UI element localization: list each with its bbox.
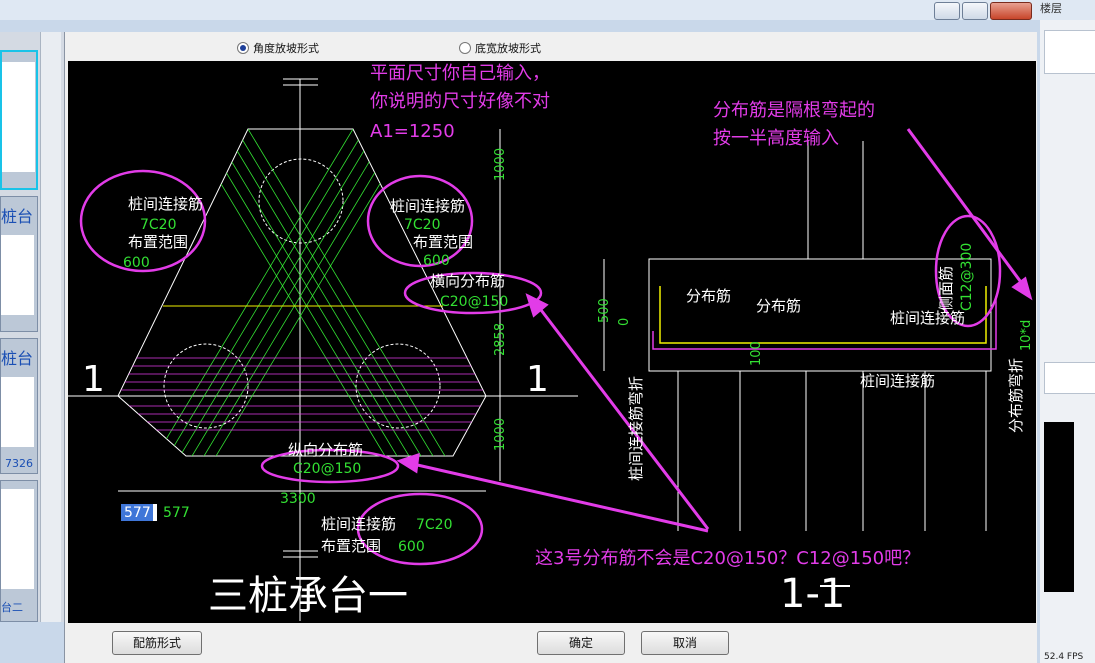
- dim-top: 1000: [493, 148, 508, 181]
- section-marker-right: 1: [526, 359, 549, 400]
- thumbnail-scrollbar[interactable]: [40, 32, 61, 622]
- note1-line3: A1=1250: [370, 121, 455, 142]
- right-range-label: 布置范围: [413, 233, 473, 251]
- rebar-form-button[interactable]: 配筋形式: [112, 631, 202, 655]
- window-controls: [934, 2, 1034, 20]
- pile-conn-bend-label: 桩间连接筋弯折: [627, 376, 645, 481]
- thumbnail-1[interactable]: [0, 50, 38, 190]
- dim-577: 577: [163, 505, 190, 521]
- thumbnail-3-number: 7326: [5, 457, 33, 470]
- section-title: 1-1: [780, 571, 845, 617]
- long-dist-val: C20@150: [293, 461, 361, 477]
- dim-100: 100: [749, 341, 764, 366]
- horiz-dist-val: C20@150: [440, 294, 508, 310]
- option-bottom-width-slope-label: 底宽放坡形式: [475, 42, 541, 55]
- close-button[interactable]: [990, 2, 1032, 20]
- pile-circle-left: [163, 343, 249, 429]
- cancel-button[interactable]: 取消: [641, 631, 729, 655]
- right-range-val: 600: [423, 253, 450, 269]
- drawing-canvas: 平面尺寸你自己输入， 你说明的尺寸好像不对 A1=1250 分布筋是隔根弯起的 …: [68, 61, 1036, 623]
- right-panel-viewport: [1044, 422, 1074, 592]
- note2-line2: 按一半高度输入: [713, 128, 839, 149]
- long-dist-label: 纵向分布筋: [288, 441, 363, 459]
- note1-line1: 平面尺寸你自己输入，: [370, 63, 550, 84]
- thumbnail-4[interactable]: 台二: [0, 480, 38, 622]
- ten-d-label: 10*d: [1019, 320, 1034, 351]
- left-pile-conn-label: 桩间连接筋: [128, 195, 203, 213]
- radio-bottom-width-slope[interactable]: [459, 42, 471, 54]
- dim-edit-value[interactable]: 577: [124, 505, 151, 521]
- note1-line2: 你说明的尺寸好像不对: [370, 91, 550, 112]
- maximize-button[interactable]: [962, 2, 988, 20]
- note2-line1: 分布筋是隔根弯起的: [713, 100, 875, 121]
- dim-width: 3300: [280, 491, 316, 507]
- parent-title-fragment: 楼层: [1040, 2, 1062, 15]
- section-dist-label-2: 分布筋: [756, 297, 801, 315]
- bottom-pile-conn-val: 7C20: [416, 517, 453, 533]
- right-panel-box: [1044, 30, 1095, 74]
- note3: 这3号分布筋不会是C20@150？C12@150吧？: [535, 548, 920, 569]
- magenta-rebar-band: [118, 357, 486, 431]
- option-bottom-width-slope[interactable]: 底宽放坡形式: [459, 40, 541, 56]
- pile-circle-top: [258, 158, 344, 244]
- minimize-button[interactable]: [934, 2, 960, 20]
- parent-window-titlebar: [0, 0, 1095, 20]
- side-face-val: C12@300: [959, 243, 975, 311]
- thumbnail-2[interactable]: 桩台: [0, 196, 38, 332]
- bottom-range-label: 布置范围: [321, 537, 381, 555]
- section-dist-label-1: 分布筋: [686, 287, 731, 305]
- left-range-label: 布置范围: [128, 233, 188, 251]
- thumbnail-3-label: 桩台: [1, 349, 34, 368]
- option-angle-slope[interactable]: 角度放坡形式: [237, 40, 319, 56]
- section-pile-conn-bottom: 桩间连接筋: [860, 372, 935, 390]
- side-face-label: 侧面筋: [937, 266, 955, 311]
- dim-bottom: 1000: [493, 418, 508, 451]
- thumbnail-panel: 桩台 桩台 7326 台二: [0, 32, 64, 622]
- section-marker-left: 1: [82, 359, 105, 400]
- fps-counter: 52.4 FPS: [1044, 652, 1084, 662]
- left-pile-conn-val: 7C20: [140, 217, 177, 233]
- ok-button[interactable]: 确定: [537, 631, 625, 655]
- thumbnail-4-label: 台二: [1, 601, 23, 614]
- pile-cap-drawing: 平面尺寸你自己输入， 你说明的尺寸好像不对 A1=1250 分布筋是隔根弯起的 …: [68, 63, 1034, 621]
- dim-500: 500: [597, 298, 612, 323]
- right-panel-box-2: [1044, 362, 1095, 394]
- dim-0: 0: [617, 318, 632, 326]
- thumbnail-2-label: 桩台: [1, 207, 34, 226]
- left-range-val: 600: [123, 255, 150, 271]
- pile-circle-right: [355, 343, 441, 429]
- plan-title: 三桩承台一: [208, 573, 408, 619]
- bottom-pile-conn-label: 桩间连接筋: [321, 515, 396, 533]
- radio-angle-slope[interactable]: [237, 42, 249, 54]
- right-pile-conn-label: 桩间连接筋: [390, 197, 465, 215]
- horiz-dist-label: 横向分布筋: [430, 272, 505, 290]
- thumbnail-3[interactable]: 桩台 7326: [0, 338, 38, 474]
- bottom-range-val: 600: [398, 539, 425, 555]
- option-angle-slope-label: 角度放坡形式: [253, 42, 319, 55]
- right-pile-conn-val: 7C20: [404, 217, 441, 233]
- dim-mid: 2858: [493, 323, 508, 356]
- rebar-dialog: 角度放坡形式 底宽放坡形式 平面尺寸你自己输入， 你说明的尺寸好像不对 A1=1…: [64, 32, 1037, 663]
- dist-bend-label: 分布筋弯折: [1007, 358, 1025, 433]
